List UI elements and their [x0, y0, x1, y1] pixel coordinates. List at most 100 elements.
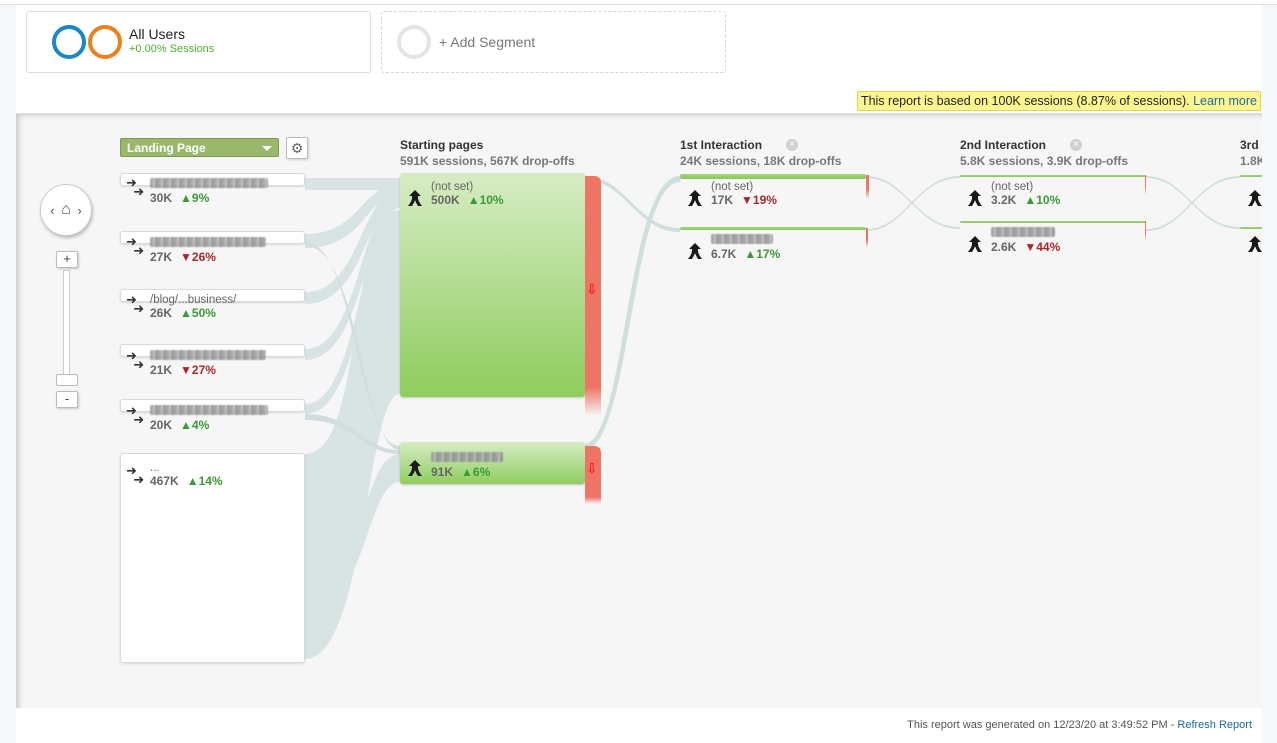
- page-node-label[interactable]: 91K ▲6%: [431, 452, 503, 480]
- pan-home-control[interactable]: ‹ ⌂ ›: [40, 184, 92, 236]
- entrance-arrows-icon: ➜ ➜: [126, 234, 145, 258]
- node-sessions: 2.6K: [991, 240, 1017, 254]
- redacted-page-name: [150, 405, 268, 415]
- column-title: 2nd Interaction: [960, 138, 1047, 152]
- column-header-1st-interaction: 1st Interaction 24K sessions, 18K drop-o…: [680, 137, 841, 169]
- change-down-badge: ▼27%: [180, 363, 216, 377]
- change-up-badge: ▲4%: [180, 418, 210, 432]
- dropoff-bar[interactable]: [866, 228, 868, 248]
- page-node-label[interactable]: (not set) 500K ▲10%: [431, 181, 504, 208]
- page-name: (not set): [431, 181, 474, 193]
- merge-icon: [408, 190, 422, 206]
- change-down-badge: ▼26%: [180, 250, 216, 264]
- page-node-label[interactable]: 6.7K ▲17%: [711, 234, 780, 262]
- redacted-page-name: [991, 227, 1055, 237]
- dropoff-arrow-icon[interactable]: ⇩: [586, 282, 598, 296]
- node-sessions: 17K: [711, 193, 734, 207]
- column-summary: 5.8K sessions, 3.9K drop-offs: [960, 154, 1129, 168]
- change-up-badge: ▲14%: [186, 474, 223, 488]
- pan-right-icon[interactable]: ›: [77, 203, 81, 218]
- merge-icon: [968, 190, 982, 206]
- column-header-starting-pages: Starting pages 591K sessions, 567K drop-…: [400, 137, 575, 169]
- entrance-arrows-icon: ➜ ➜: [126, 348, 145, 372]
- node-sessions: 26K: [150, 306, 173, 320]
- change-up-badge: ▲6%: [461, 465, 491, 479]
- remove-column-close-icon[interactable]: ×: [786, 139, 798, 151]
- page-name: (not set): [991, 181, 1034, 193]
- learn-more-link[interactable]: Learn more: [1193, 94, 1257, 108]
- sampling-notice-text: This report is based on 100K sessions (8…: [860, 94, 1194, 108]
- node-sessions: 30K: [150, 191, 173, 205]
- dropoff-bar[interactable]: [1145, 175, 1146, 195]
- flow-canvas[interactable]: ‹ ⌂ › + - Landing Page ⚙ ➜ ➜ 30K ▲9% ➜ ➜: [16, 113, 1262, 708]
- merge-icon: [688, 190, 702, 206]
- segment-orange-circle-icon: [88, 25, 122, 59]
- refresh-report-link[interactable]: Refresh Report: [1177, 719, 1252, 731]
- zoom-slider-track[interactable]: [63, 270, 70, 382]
- merge-icon: [968, 236, 982, 252]
- landing-node-label[interactable]: /blog/...business/ 26K ▲50%: [150, 294, 236, 321]
- column-summary: 591K sessions, 567K drop-offs: [400, 154, 575, 168]
- page-node-label[interactable]: (not set) 3.2K ▲10%: [991, 181, 1060, 208]
- zoom-out-button[interactable]: -: [56, 391, 78, 408]
- redacted-page-name: [431, 452, 503, 462]
- merge-icon: [408, 460, 422, 476]
- add-segment-label: + Add Segment: [439, 34, 536, 50]
- remove-column-close-icon[interactable]: ×: [1070, 139, 1082, 151]
- node-sessions: 91K: [431, 465, 454, 479]
- node-sessions: 6.7K: [711, 247, 737, 261]
- landing-node-label[interactable]: 30K ▲9%: [150, 178, 268, 206]
- home-icon[interactable]: ⌂: [61, 201, 71, 219]
- landing-node-label[interactable]: 27K ▼26%: [150, 237, 266, 265]
- dropoff-arrow-icon[interactable]: ⇩: [586, 461, 598, 475]
- pan-left-icon[interactable]: ‹: [50, 203, 54, 218]
- redacted-page-name: [711, 234, 773, 244]
- zoom-slider-handle[interactable]: [56, 374, 78, 386]
- node-sessions: 27K: [150, 250, 173, 264]
- landing-node-label[interactable]: ... 467K ▲14%: [150, 462, 223, 489]
- column-header-3rd-interaction: 3rd I 1.8K: [1240, 137, 1262, 169]
- empty-segment-circle-icon: [397, 25, 431, 59]
- report-generated-footer: This report was generated on 12/23/20 at…: [907, 719, 1252, 731]
- column-title: 3rd I: [1240, 138, 1262, 152]
- dropoff-bar[interactable]: [866, 175, 869, 199]
- entrance-arrows-icon: ➜ ➜: [126, 292, 145, 316]
- change-up-badge: ▲50%: [180, 306, 216, 320]
- column-title: Starting pages: [400, 138, 484, 152]
- column-summary: 24K sessions, 18K drop-offs: [680, 154, 842, 168]
- merge-icon: [688, 243, 702, 259]
- segment-all-users[interactable]: All Users +0.00% Sessions: [26, 11, 371, 73]
- dimension-select-value: Landing Page: [127, 141, 206, 155]
- segment-blue-circle-icon: [52, 25, 86, 59]
- zoom-in-button[interactable]: +: [56, 251, 78, 268]
- page-node[interactable]: [960, 221, 1146, 223]
- redacted-page-name: [150, 237, 266, 247]
- change-up-badge: ▲17%: [744, 247, 781, 261]
- settings-gear-button[interactable]: ⚙: [286, 137, 308, 159]
- entrance-arrows-icon: ➜ ➜: [126, 403, 145, 427]
- change-down-badge: ▼19%: [741, 193, 777, 207]
- landing-node-label[interactable]: 20K ▲4%: [150, 405, 268, 433]
- column-header-2nd-interaction: 2nd Interaction 5.8K sessions, 3.9K drop…: [960, 137, 1128, 169]
- page-node[interactable]: [680, 227, 866, 230]
- page-node[interactable]: [680, 174, 866, 179]
- page-node-label[interactable]: (not set) 17K ▼19%: [711, 181, 777, 208]
- page-node[interactable]: [1240, 175, 1262, 177]
- page-node[interactable]: [1240, 227, 1262, 229]
- node-sessions: 21K: [150, 363, 173, 377]
- change-up-badge: ▲10%: [467, 193, 504, 207]
- page-node[interactable]: [960, 175, 1146, 177]
- dropoff-bar[interactable]: [1145, 221, 1146, 241]
- dimension-select[interactable]: Landing Page: [120, 138, 279, 157]
- column-title: 1st Interaction: [680, 138, 763, 152]
- change-up-badge: ▲9%: [180, 191, 210, 205]
- right-gutter: [1262, 5, 1277, 743]
- landing-node-label[interactable]: 21K ▼27%: [150, 350, 266, 378]
- merge-icon: [1248, 236, 1262, 252]
- page-node-label[interactable]: 2.6K ▼44%: [991, 227, 1060, 255]
- chevron-down-icon: [262, 146, 272, 151]
- landing-page-name: /blog/...business/: [150, 294, 237, 306]
- segment-subtitle: +0.00% Sessions: [129, 43, 215, 55]
- merge-icon: [1248, 190, 1262, 206]
- add-segment-button[interactable]: + Add Segment: [381, 11, 726, 73]
